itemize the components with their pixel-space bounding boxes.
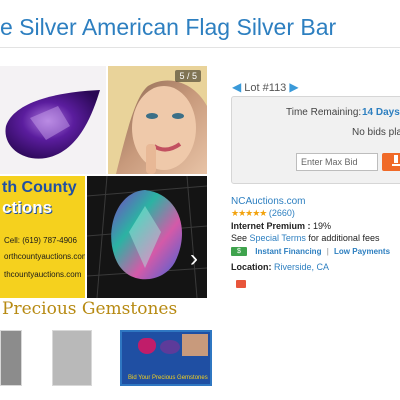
thumbnail-1[interactable] bbox=[0, 330, 22, 386]
item-location: Location: Riverside, CA bbox=[231, 262, 329, 272]
seller-rating: ★★★★★ (2660) bbox=[231, 208, 295, 219]
special-terms-link[interactable]: Special Terms bbox=[250, 233, 306, 243]
logo-phone: Cell: (619) 787-4906 bbox=[4, 236, 77, 245]
page-title: e Silver American Flag Silver Bar bbox=[0, 14, 337, 40]
premium-value: 19% bbox=[313, 221, 332, 231]
internet-premium: Internet Premium : 19% bbox=[231, 221, 331, 231]
logo-website: orthcountyauctions.com bbox=[4, 252, 85, 261]
thumbnail-caption: Bid Your Precious Gemstones bbox=[128, 375, 208, 381]
time-remaining-label: Time Remaining: bbox=[286, 107, 362, 118]
mystic-gem-image bbox=[87, 176, 207, 298]
premium-label: Internet Premium : bbox=[231, 221, 311, 231]
instant-financing-link[interactable]: Instant Financing bbox=[255, 247, 321, 256]
special-terms: See Special Terms for additional fees bbox=[231, 233, 379, 243]
location-label: Location: bbox=[231, 262, 272, 272]
financing-separator: | bbox=[326, 247, 329, 256]
thumbnail-strip: Bid Your Precious Gemstones bbox=[0, 330, 215, 388]
badge-icon bbox=[236, 280, 246, 288]
next-image-button[interactable]: › bbox=[184, 244, 204, 274]
financing-row: $ Instant Financing | Low Payments bbox=[231, 247, 390, 259]
low-payments-link[interactable]: Low Payments bbox=[334, 247, 390, 256]
max-bid-input[interactable] bbox=[296, 153, 378, 171]
time-remaining-value: 14 Days bbox=[362, 107, 400, 118]
logo-website-2: thcountyauctions.com bbox=[4, 270, 82, 279]
lot-navigation: ◀ Lot #113 ▶ bbox=[232, 80, 299, 94]
gallery-caption: Precious Gemstones bbox=[0, 298, 207, 320]
next-lot-icon[interactable]: ▶ bbox=[289, 80, 298, 94]
caption-text: Precious Gemstones bbox=[2, 299, 178, 319]
auction-logo-image: th County ctions Cell: (619) 787-4906 or… bbox=[0, 176, 85, 298]
model-photo: 5 / 5 bbox=[108, 66, 207, 174]
thumbnail-3-selected[interactable]: Bid Your Precious Gemstones bbox=[120, 330, 212, 386]
slide-counter: 5 / 5 bbox=[175, 70, 201, 82]
lot-number: Lot #113 bbox=[244, 82, 287, 94]
terms-prefix: See bbox=[231, 233, 248, 243]
location-value: Riverside, CA bbox=[274, 262, 330, 272]
thumbnail-gem-icon bbox=[138, 338, 156, 354]
title-divider bbox=[0, 47, 400, 48]
dollar-icon: $ bbox=[231, 247, 247, 257]
bid-status: No bids pla bbox=[352, 127, 400, 138]
thumbnail-face bbox=[182, 334, 208, 356]
bid-panel: Time Remaining: 14 Days No bids pla bbox=[231, 96, 400, 184]
star-rating-icon: ★★★★★ bbox=[231, 208, 267, 218]
logo-text-line2: ctions bbox=[2, 198, 53, 217]
amethyst-image bbox=[0, 66, 106, 174]
previous-lot-icon[interactable]: ◀ bbox=[232, 80, 241, 94]
terms-suffix: for additional fees bbox=[308, 233, 380, 243]
thumbnail-2[interactable] bbox=[52, 330, 92, 386]
bid-button[interactable] bbox=[382, 153, 400, 171]
seller-link[interactable]: NCAuctions.com bbox=[231, 196, 305, 207]
gavel-icon bbox=[392, 154, 400, 166]
rating-count-link[interactable]: (2660) bbox=[269, 208, 295, 218]
logo-banner: th County ctions bbox=[0, 176, 85, 226]
logo-contact-area: Cell: (619) 787-4906 orthcountyauctions.… bbox=[0, 226, 85, 298]
main-image-gallery[interactable]: 5 / 5 th County ctions Cell: (619) 787-4… bbox=[0, 66, 207, 320]
logo-text-line1: th County bbox=[2, 179, 77, 196]
thumbnail-gem-icon bbox=[160, 340, 180, 354]
